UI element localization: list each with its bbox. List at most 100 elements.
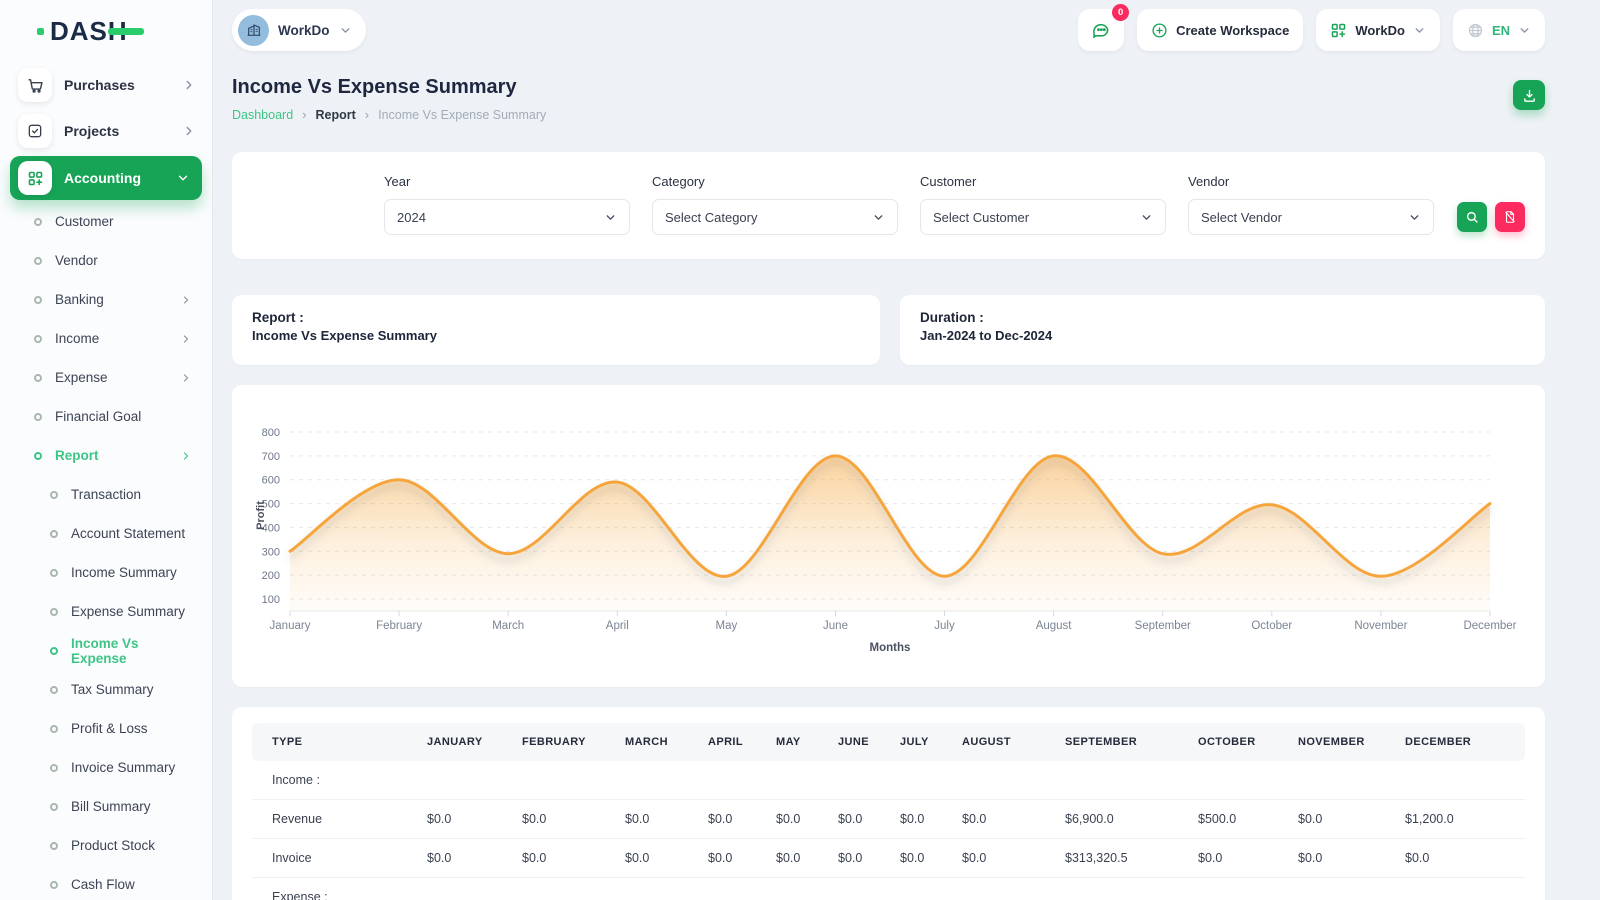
table-section-row: Expense : [252,878,1525,900]
sidebar-subitem-banking[interactable]: Banking [0,280,212,319]
table-cell: $313,320.5 [1055,839,1188,878]
table-cell: $6,900.0 [1055,800,1188,839]
table-cell: $0.0 [1288,800,1395,839]
create-workspace-label: Create Workspace [1176,23,1289,38]
sidebar-reportitem-profit-loss[interactable]: Profit & Loss [0,709,212,748]
summary-table-card: TYPEJANUARYFEBRUARYMARCHAPRILMAYJUNEJULY… [232,707,1545,900]
vendor-select-value: Select Vendor [1201,210,1282,225]
chevron-down-icon [1408,211,1421,224]
chevron-right-icon [182,124,196,138]
category-select[interactable]: Select Category [652,199,898,235]
table-header-cell: AUGUST [952,723,1055,761]
sidebar-reportitem-expense-summary[interactable]: Expense Summary [0,592,212,631]
sidebar-reportitem-label: Cash Flow [71,877,135,892]
sidebar-item-projects[interactable]: Projects [0,108,212,154]
apply-filter-button[interactable] [1457,202,1487,232]
table-cell: $0.0 [698,839,766,878]
sidebar-reportitem-invoice-summary[interactable]: Invoice Summary [0,748,212,787]
table-cell: $0.0 [417,800,512,839]
sidebar-reportitem-income-vs-expense[interactable]: Income Vs Expense [0,631,212,670]
chevron-right-icon [182,78,196,92]
row-label-cell: Invoice [252,839,417,878]
table-header-cell: FEBRUARY [512,723,615,761]
sidebar-reportitem-product-stock[interactable]: Product Stock [0,826,212,865]
sidebar-subitem-label: Banking [55,292,104,307]
summary-row: Report : Income Vs Expense Summary Durat… [232,295,1545,365]
table-cell: $0.0 [952,839,1055,878]
workspace-name: WorkDo [278,23,330,38]
table-header-row: TYPEJANUARYFEBRUARYMARCHAPRILMAYJUNEJULY… [252,723,1525,761]
table-section-row: Income : [252,761,1525,800]
breadcrumb-dashboard[interactable]: Dashboard [232,108,293,122]
year-select[interactable]: 2024 [384,199,630,235]
table-header-cell: OCTOBER [1188,723,1288,761]
sidebar-reportitem-label: Expense Summary [71,604,185,619]
grid-plus-icon [1330,22,1347,39]
year-label: Year [384,174,630,189]
globe-icon [1467,22,1484,39]
report-summary-card: Report : Income Vs Expense Summary [232,295,880,365]
customer-select-value: Select Customer [933,210,1029,225]
table-header-cell: MARCH [615,723,698,761]
sidebar-subitem-label: Customer [55,214,114,229]
chevron-down-icon [1518,24,1531,37]
sidebar-subitem-vendor[interactable]: Vendor [0,241,212,280]
breadcrumb: Dashboard › Report › Income Vs Expense S… [232,107,546,122]
category-icon [27,170,44,187]
topbar-actions: 0 Create Workspace WorkDo EN [1078,9,1545,51]
sidebar-reportitem-label: Income Summary [71,565,177,580]
chevron-down-icon [872,211,885,224]
topbar: WorkDo 0 Create Workspace WorkDo EN [232,0,1545,52]
workdo-menu-button[interactable]: WorkDo [1316,9,1440,51]
sidebar-reportitem-income-summary[interactable]: Income Summary [0,553,212,592]
sidebar-subitem-customer[interactable]: Customer [0,202,212,241]
table-cell: $0.0 [828,800,890,839]
download-icon [1522,88,1537,103]
reset-filter-button[interactable] [1495,202,1525,232]
filter-actions [1457,202,1525,232]
x-tick-label: November [1354,620,1407,632]
y-tick-label: 300 [262,546,280,558]
table-cell: $0.0 [828,839,890,878]
sidebar: DASH Purchases Projects Accounting Custo… [0,0,212,900]
sidebar-subitem-label: Income [55,331,99,346]
sidebar-subitem-financial-goal[interactable]: Financial Goal [0,397,212,436]
main-area: WorkDo 0 Create Workspace WorkDo EN [212,0,1600,900]
sidebar-subitem-expense[interactable]: Expense [0,358,212,397]
bullet-icon [50,647,58,655]
sidebar-reportitem-bill-summary[interactable]: Bill Summary [0,787,212,826]
bullet-icon [34,218,42,226]
language-label: EN [1492,23,1510,38]
sidebar-item-accounting[interactable]: Accounting [10,156,202,200]
workdo-menu-label: WorkDo [1355,23,1405,38]
create-workspace-button[interactable]: Create Workspace [1137,9,1303,51]
sidebar-reportitem-transaction[interactable]: Transaction [0,475,212,514]
workspace-switcher[interactable]: WorkDo [232,9,366,51]
sidebar-subitem-income[interactable]: Income [0,319,212,358]
bullet-icon [34,257,42,265]
table-cell: $0.0 [766,800,828,839]
category-field: Category Select Category [652,174,898,235]
table-header-cell: NOVEMBER [1288,723,1395,761]
bullet-icon [50,686,58,694]
sidebar-reportitem-tax-summary[interactable]: Tax Summary [0,670,212,709]
x-tick-label: June [823,620,848,632]
sidebar-reportitem-cash-flow[interactable]: Cash Flow [0,865,212,900]
bullet-icon [34,413,42,421]
language-selector[interactable]: EN [1453,9,1545,51]
table-header-cell: JULY [890,723,952,761]
customer-select[interactable]: Select Customer [920,199,1166,235]
table-header-cell: MAY [766,723,828,761]
sidebar-reportitem-account-statement[interactable]: Account Statement [0,514,212,553]
vendor-select[interactable]: Select Vendor [1188,199,1434,235]
sidebar-subitem-report[interactable]: Report [0,436,212,475]
duration-value: Jan-2024 to Dec-2024 [920,328,1525,343]
breadcrumb-report[interactable]: Report [316,108,356,122]
app-logo[interactable]: DASH [0,0,212,62]
chevron-down-icon [1413,24,1426,37]
download-button[interactable] [1513,80,1545,110]
messages-button[interactable]: 0 [1078,9,1124,51]
sidebar-item-purchases[interactable]: Purchases [0,62,212,108]
plus-circle-icon [1151,22,1168,39]
workspace-avatar [238,15,269,46]
